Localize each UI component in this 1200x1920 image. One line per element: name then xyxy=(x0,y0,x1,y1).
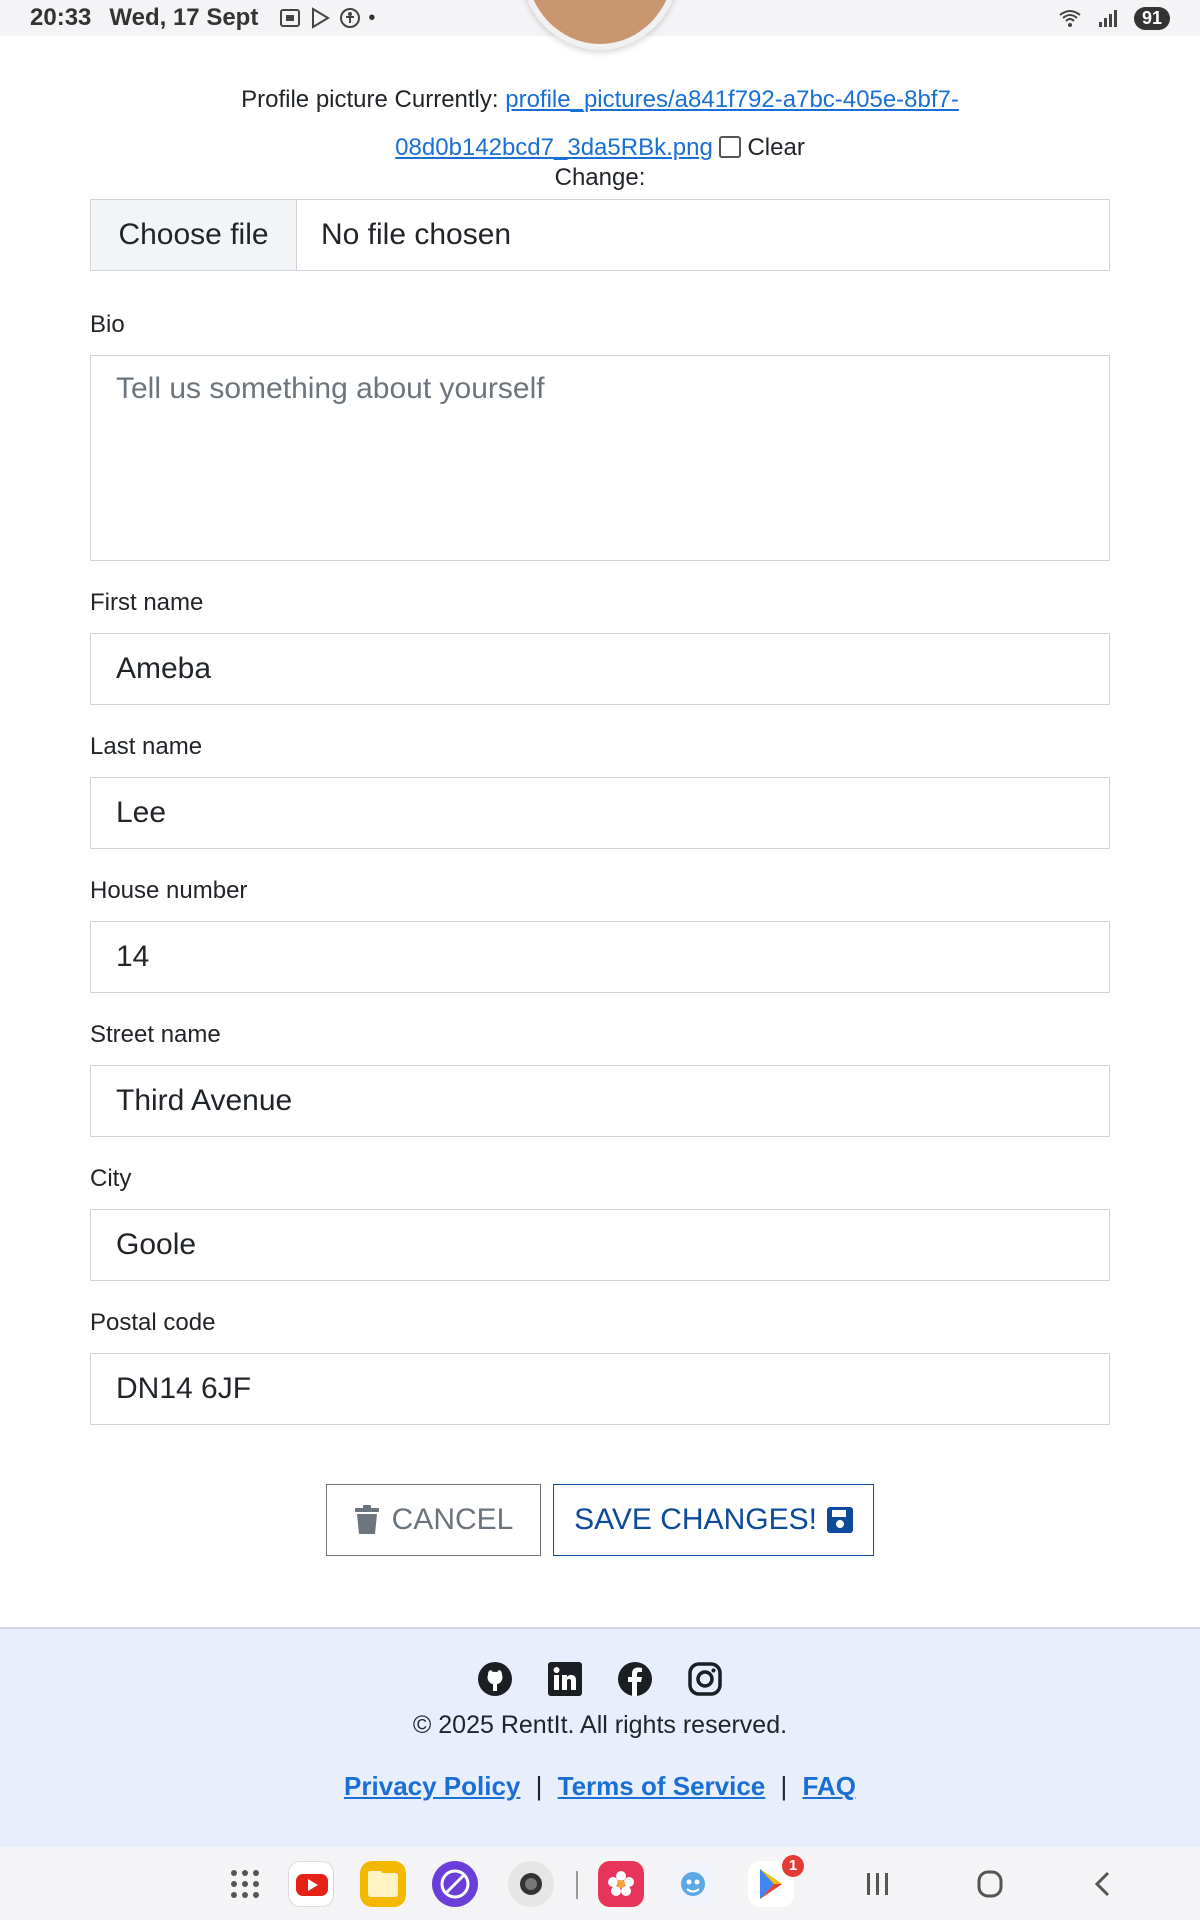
first-name-input[interactable]: Ameba xyxy=(90,633,1110,705)
file-input[interactable]: Choose file No file chosen xyxy=(90,199,1110,271)
profile-picture-prefix: Profile picture Currently: xyxy=(241,86,499,113)
linkedin-icon[interactable] xyxy=(547,1661,583,1697)
game-icon[interactable] xyxy=(670,1861,716,1907)
battery-level: 91 xyxy=(1133,6,1170,30)
play-icon xyxy=(312,7,331,29)
status-date: Wed, 17 Sept xyxy=(109,4,259,31)
recent-apps-icon[interactable] xyxy=(860,1867,896,1901)
terms-of-service-link[interactable]: Terms of Service xyxy=(558,1771,766,1801)
last-name-label: Last name xyxy=(90,733,203,760)
back-icon[interactable] xyxy=(1086,1867,1122,1901)
screenshot-icon xyxy=(280,9,301,27)
signal-icon xyxy=(1098,10,1117,27)
first-name-label: First name xyxy=(90,589,204,616)
privacy-policy-link[interactable]: Privacy Policy xyxy=(344,1771,520,1801)
postal-code-label: Postal code xyxy=(90,1309,216,1336)
clear-checkbox[interactable] xyxy=(718,136,741,158)
files-icon[interactable] xyxy=(360,1861,406,1907)
profile-avatar xyxy=(520,0,680,50)
house-number-input[interactable]: 14 xyxy=(90,921,1110,993)
play-store-badge: 1 xyxy=(782,1855,804,1877)
accessibility-icon xyxy=(340,8,361,28)
navigation-bar: 1 xyxy=(0,1847,1200,1920)
street-name-label: Street name xyxy=(90,1021,221,1048)
city-input[interactable]: Goole xyxy=(90,1209,1110,1281)
cancel-label: CANCEL xyxy=(391,1503,514,1536)
gallery-icon[interactable] xyxy=(598,1861,644,1907)
instagram-icon[interactable] xyxy=(687,1661,723,1697)
floppy-disk-icon xyxy=(826,1507,853,1533)
postal-code-input[interactable]: DN14 6JF xyxy=(90,1353,1110,1425)
dock-divider xyxy=(576,1871,578,1899)
app-drawer-icon[interactable] xyxy=(230,1869,260,1899)
house-number-label: House number xyxy=(90,877,248,904)
wifi-icon xyxy=(1059,10,1081,27)
save-label: SAVE CHANGES! xyxy=(574,1503,817,1536)
dot-icon: • xyxy=(368,6,376,29)
bio-textarea[interactable]: Tell us something about yourself xyxy=(90,355,1110,561)
street-name-input[interactable]: Third Avenue xyxy=(90,1065,1110,1137)
camera-icon[interactable] xyxy=(508,1861,554,1907)
browser-icon[interactable] xyxy=(432,1861,478,1907)
profile-picture-info: Profile picture Currently: profile_pictu… xyxy=(90,76,1110,172)
choose-file-button[interactable]: Choose file xyxy=(91,200,297,270)
file-status: No file chosen xyxy=(321,218,512,251)
youtube-icon[interactable] xyxy=(288,1861,334,1907)
facebook-icon[interactable] xyxy=(617,1661,653,1697)
separator: | xyxy=(780,1771,788,1801)
bio-label: Bio xyxy=(90,311,125,338)
clear-label: Clear xyxy=(747,134,805,161)
status-time: 20:33 xyxy=(30,4,92,31)
save-changes-button[interactable]: SAVE CHANGES! xyxy=(553,1484,874,1556)
faq-link[interactable]: FAQ xyxy=(802,1771,855,1801)
social-links xyxy=(0,1661,1200,1697)
trash-icon xyxy=(354,1505,379,1534)
city-label: City xyxy=(90,1165,132,1192)
last-name-input[interactable]: Lee xyxy=(90,777,1110,849)
copyright-text: © 2025 RentIt. All rights reserved. xyxy=(412,1711,788,1739)
home-icon[interactable] xyxy=(972,1867,1008,1901)
change-label: Change: xyxy=(554,164,646,191)
footer-links: Privacy Policy | Terms of Service | FAQ xyxy=(0,1771,1200,1802)
cancel-button[interactable]: CANCEL xyxy=(326,1484,541,1556)
separator: | xyxy=(535,1771,543,1801)
footer: © 2025 RentIt. All rights reserved. Priv… xyxy=(0,1627,1200,1847)
github-icon[interactable] xyxy=(477,1661,513,1697)
